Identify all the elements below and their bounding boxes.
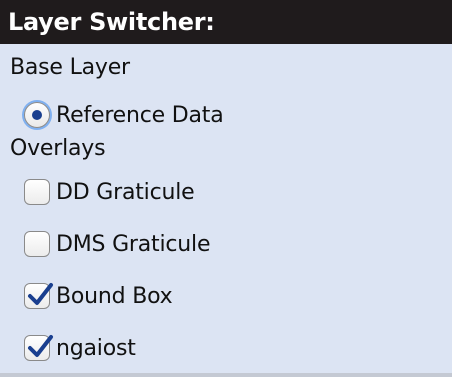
overlay-item-label: ngaiost [56,335,136,361]
overlay-item-label: DD Graticule [56,179,195,205]
overlay-item-dms-graticule[interactable]: DMS Graticule [24,226,210,262]
overlay-item-ngaiost[interactable]: ngaiost [24,330,136,366]
overlay-item-label: Bound Box [56,283,173,309]
overlay-item-dd-graticule[interactable]: DD Graticule [24,174,195,210]
base-layer-heading: Base Layer [10,55,130,80]
base-layer-option-reference-data[interactable]: Reference Data [24,97,224,133]
checkmark-icon [28,283,53,305]
overlay-item-bound-box[interactable]: Bound Box [24,278,173,314]
radio-selected-dot [32,110,42,120]
checkbox[interactable] [24,179,50,205]
checkbox[interactable] [24,283,53,309]
checkmark-icon [28,335,53,357]
panel-bottom-divider [0,373,452,377]
checkbox[interactable] [24,231,50,257]
base-layer-option-label: Reference Data [56,102,224,128]
overlays-heading: Overlays [10,136,106,161]
panel-title: Layer Switcher: [0,0,452,44]
layer-switcher-panel: Layer Switcher: Base Layer Reference Dat… [0,0,452,377]
checkbox[interactable] [24,335,53,361]
radio-button[interactable] [24,102,50,128]
overlay-item-label: DMS Graticule [56,231,211,257]
